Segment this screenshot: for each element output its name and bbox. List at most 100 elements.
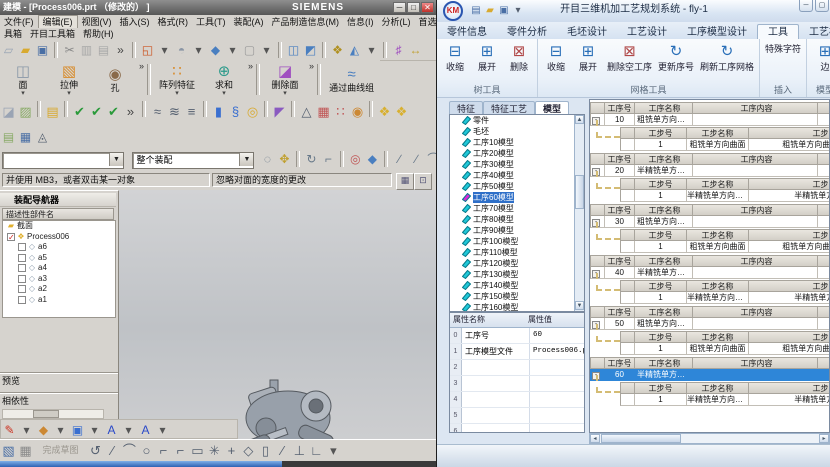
tree-item[interactable]: 工序40模型 [450,170,584,181]
dropdown-caret[interactable]: ▾ [154,421,171,439]
vscroll-up-icon[interactable]: ▲ [575,115,584,124]
selection-filter-caret-icon[interactable]: ▼ [109,153,123,166]
dropdown-caret[interactable]: ▾ [67,91,71,97]
sync-move-icon[interactable]: ≈ [149,100,166,124]
angle-icon[interactable]: ∟ [308,441,325,461]
navigator-item[interactable]: ◇a4 [3,263,115,274]
vscroll-thumb[interactable] [575,175,584,209]
tree-item[interactable]: 工序60模型 [450,192,584,203]
polygon-icon[interactable]: ✳ [206,441,223,461]
snap-rotate-icon[interactable]: ↻ [303,150,320,168]
dropdown-caret[interactable]: ▾ [224,41,241,59]
overflow-chevron[interactable]: » [122,100,139,124]
sheet-icon[interactable]: ▤ [0,128,17,146]
dropdown-caret[interactable]: ▾ [52,421,69,439]
shaded-view-icon[interactable]: ◓ [173,41,190,59]
view-cube-icon[interactable]: ◆ [207,41,224,59]
selection-scope-combo[interactable]: 整个装配 ▼ [132,152,254,169]
navigator-column-header[interactable]: 描述性部件名 [2,208,114,220]
navigator-item[interactable]: ◇a2 [3,284,115,295]
navigator-item[interactable]: ◇a6 [3,242,115,253]
grid-expand-button[interactable]: ⊞展开 [572,40,604,84]
selection-scope-caret-icon[interactable]: ▼ [239,153,253,166]
detail-icon[interactable]: ≡ [183,100,200,124]
hscroll-left-icon[interactable]: ◂ [590,434,600,443]
operation-row[interactable]: -10粗铣单方向曲面 [590,114,829,126]
sketch-grid-icon[interactable]: ▦ [17,441,34,461]
check-part-icon[interactable]: ✔ [88,100,105,124]
dropdown-caret[interactable]: ▾ [325,441,342,461]
cut-icon[interactable]: ✂ [61,41,78,59]
measure-icon[interactable]: ↔ [407,41,424,59]
clip-view-icon[interactable]: ⊡ [414,173,432,190]
property-row[interactable]: 3 [450,376,584,392]
navigator-title[interactable]: 装配导航器 [0,193,116,207]
fillet-icon[interactable]: ⌐ [155,441,172,461]
navigator-item[interactable]: ▰截面 [3,221,115,232]
sync-offset-icon[interactable]: ≋ [166,100,183,124]
operation-row[interactable]: -50粗铣单方向曲面 [590,318,829,330]
tree-delete-button[interactable]: ⊠删除 [503,40,535,84]
menu-item[interactable]: 帮助(H) [79,28,118,40]
tree-item[interactable]: 工序20模型 [450,148,584,159]
sketch-env-icon[interactable]: ▧ [0,441,17,461]
tree-item[interactable]: 毛坯 [450,126,584,137]
perpendicular-icon[interactable]: ⊥ [291,441,308,461]
grid-surface-icon[interactable]: ▦ [315,100,332,124]
checkbox-empty[interactable] [18,254,26,262]
maximize-button[interactable]: □ [407,2,420,13]
step-row[interactable]: 1半精铣单方向曲面半精铣单方向曲面3 [620,394,829,406]
navigator-section-preview[interactable]: 预览 [0,373,118,388]
renumber-button[interactable]: ↻更新序号 [655,40,697,84]
unite-button[interactable]: ⊕求和▾ [201,60,247,99]
dropdown-caret[interactable]: ▾ [86,421,103,439]
circle-icon[interactable]: ○ [138,441,155,461]
checkbox-empty[interactable] [18,285,26,293]
tree-item[interactable]: 工序120模型 [450,258,584,269]
through-curves-button[interactable]: ≈通过曲线组 [323,60,380,99]
tree-item[interactable]: 工序30模型 [450,159,584,170]
tree-item[interactable]: 工序130模型 [450,269,584,280]
vscroll-down-icon[interactable]: ▼ [575,301,584,310]
overflow-chevron[interactable]: » [308,60,315,72]
property-row[interactable]: 0工序号60 [450,328,584,344]
text-arrow-icon[interactable]: A [137,421,154,439]
fit-view-icon[interactable]: ◱ [139,41,156,59]
dropdown-caret[interactable]: ▾ [283,91,287,97]
operation-row[interactable]: -20半精铣单方向曲面 [590,165,829,177]
new-icon[interactable]: ▱ [0,41,17,59]
property-row[interactable]: 5 [450,408,584,424]
cylinder-icon[interactable]: ▮ [210,100,227,124]
triangle-icon[interactable]: △ [298,100,315,124]
table-icon[interactable]: ▦ [17,128,34,146]
snap-handle-icon[interactable]: ✥ [276,150,293,168]
km-titlebar[interactable]: 开目三维机加工艺规划系统 - fly-1 KM ▤▰▣▾ ─ ▢ [437,0,830,23]
dropdown-caret[interactable]: ▾ [120,421,137,439]
step-row[interactable]: 1半精铣单方向曲面半精铣单方向曲面2 [620,292,829,304]
dropdown-caret[interactable]: ▾ [190,41,207,59]
datum-icon[interactable]: ◪ [0,100,17,124]
navigator-section-dependencies[interactable]: 相依性 [0,393,118,408]
dropdown-caret[interactable]: ▾ [363,41,380,59]
qat-new-icon[interactable]: ▤ [469,4,483,18]
km-minimize-button[interactable]: ─ [799,0,813,12]
point-icon[interactable]: + [223,441,240,461]
snap-arc-icon[interactable]: ⌒ [425,150,436,168]
tree-item[interactable]: 工序10模型 [450,137,584,148]
step-row[interactable]: 1半精铣单方向曲面半精铣单方向曲面1 [620,190,829,202]
annotation-icon[interactable]: ✎ [1,421,18,439]
tree-item[interactable]: 工序160模型 [450,302,584,312]
checkbox-checked[interactable]: ✓ [7,233,15,241]
offset-curve-icon[interactable]: ▯ [257,441,274,461]
spring-icon[interactable]: § [227,100,244,124]
tree-item[interactable]: 工序150模型 [450,291,584,302]
refresh-op-grid-button[interactable]: ↻刷新工序网格 [697,40,757,84]
chamfer-icon[interactable]: ⌐ [172,441,189,461]
process-table-hscrollbar[interactable]: ◂ ▸ [589,433,830,444]
delete-face-button[interactable]: ◪删除面▾ [262,60,308,99]
snap-line-icon[interactable]: ∕ [391,150,408,168]
km-logo[interactable]: KM [443,1,463,21]
snap-bend-icon[interactable]: ⌐ [320,150,337,168]
qat-open-icon[interactable]: ▰ [483,4,497,18]
tree-item[interactable]: 工序80模型 [450,214,584,225]
